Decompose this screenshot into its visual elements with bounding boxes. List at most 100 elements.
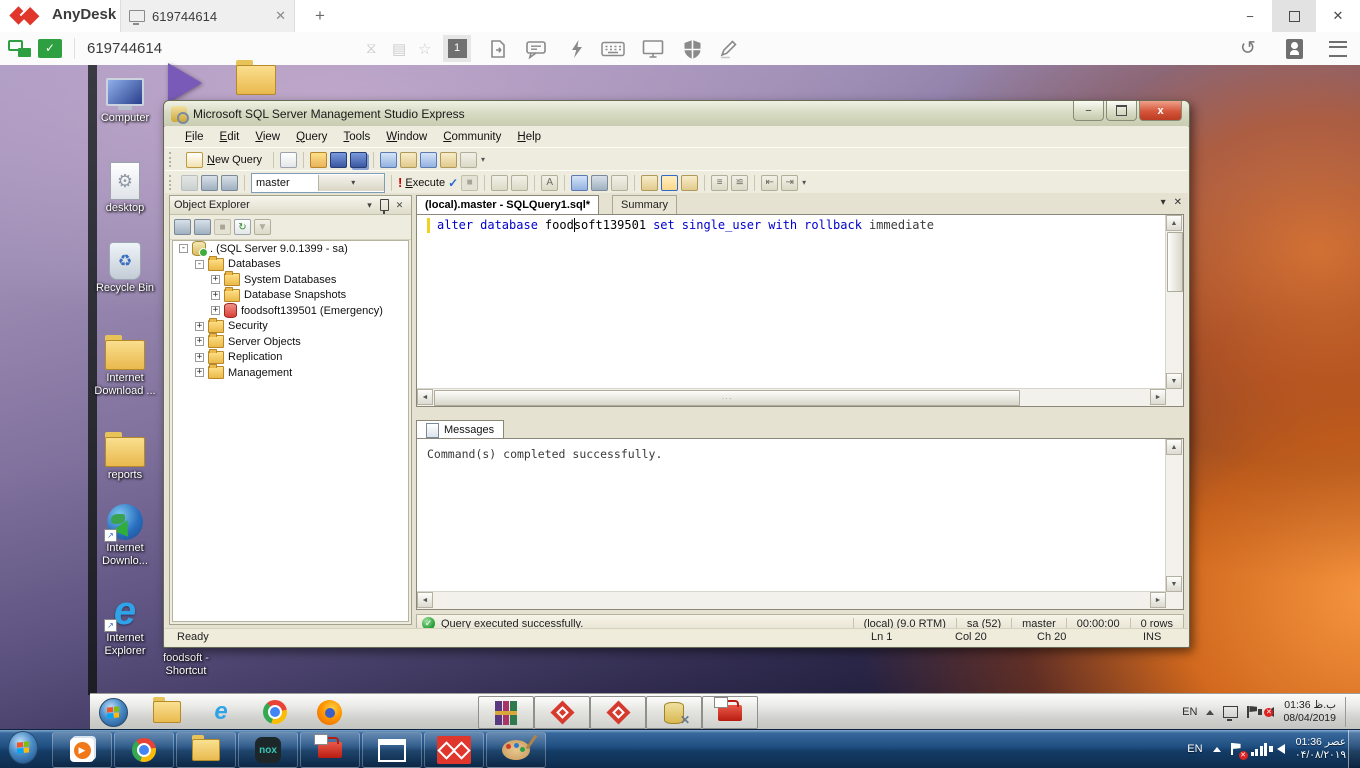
tree-item-security[interactable]: + Security <box>173 319 408 335</box>
database-combobox[interactable]: master ▾ <box>251 173 385 193</box>
query-options-icon[interactable] <box>611 175 628 191</box>
ssms-titlebar[interactable]: Microsoft SQL Server Management Studio E… <box>164 101 1189 127</box>
remote-taskbar-firefox[interactable] <box>314 698 344 726</box>
tab-messages[interactable]: Messages <box>416 420 504 439</box>
sql-editor[interactable]: alterdatabasefoodsoft139501setsingle_use… <box>416 214 1184 407</box>
menu-community[interactable]: Community <box>435 128 509 146</box>
menu-view[interactable]: View <box>247 128 288 146</box>
remote-taskbar-ssms[interactable] <box>646 696 702 729</box>
show-hidden-icons-icon[interactable] <box>1213 747 1221 752</box>
chevron-down-icon[interactable]: ▾ <box>318 175 385 191</box>
connect-icon[interactable] <box>181 175 198 191</box>
volume-icon[interactable] <box>1277 744 1285 754</box>
local-show-desktop-button[interactable] <box>1348 730 1360 768</box>
uncomment-icon[interactable]: ≌ <box>731 175 748 191</box>
messages-horizontal-scrollbar[interactable]: ◄ ► <box>417 591 1166 609</box>
tree-expand-toggle[interactable]: + <box>211 275 220 284</box>
menu-file[interactable]: File <box>177 128 212 146</box>
favorite-star-icon[interactable]: ☆ <box>418 40 431 58</box>
desktop-icon-foodsoft-shortcut[interactable]: foodsoft - Shortcut <box>148 652 224 678</box>
desktop-icon-reports[interactable]: reports <box>88 425 162 482</box>
ssms-close-button[interactable]: x <box>1139 101 1182 121</box>
panel-close-icon[interactable]: ✕ <box>392 200 407 211</box>
menu-edit[interactable]: Edit <box>212 128 248 146</box>
remote-address[interactable]: 619744614 <box>74 38 162 59</box>
local-taskbar-window-app[interactable] <box>362 732 422 768</box>
oe-disconnect-icon[interactable] <box>194 219 211 235</box>
analyze-query-icon[interactable] <box>511 175 528 191</box>
toolbar-grip[interactable] <box>169 175 175 190</box>
increase-indent-icon[interactable]: ⇥ <box>781 175 798 191</box>
volume-muted-icon[interactable]: ✕ <box>1266 707 1274 717</box>
designer-icon[interactable] <box>591 175 608 191</box>
summary-page-icon[interactable] <box>440 152 457 168</box>
history-icon[interactable]: ↺ <box>1236 38 1260 60</box>
results-text-icon[interactable] <box>641 175 658 191</box>
show-plan-icon[interactable] <box>491 175 508 191</box>
comment-icon[interactable]: ≡ <box>711 175 728 191</box>
tree-collapse-toggle[interactable]: - <box>179 244 188 253</box>
show-hidden-icons-icon[interactable] <box>1206 710 1214 715</box>
remote-taskbar-ie[interactable]: e <box>206 698 236 726</box>
monitor-select-button[interactable]: 1 <box>443 35 471 62</box>
specify-template-icon[interactable] <box>571 175 588 191</box>
local-taskbar-chrome[interactable] <box>114 732 174 768</box>
remote-show-desktop-button[interactable] <box>1345 697 1352 727</box>
desktop-icon-internet-explorer[interactable]: e↗ Internet Explorer <box>88 588 162 658</box>
tab-close-icon[interactable]: ✕ <box>275 8 286 24</box>
tree-item-database-snapshots[interactable]: + Database Snapshots <box>173 288 408 304</box>
parse-check-icon[interactable]: ✓ <box>448 176 458 190</box>
local-taskbar-paint[interactable] <box>486 732 546 768</box>
oe-filter-icon[interactable]: ▼ <box>254 219 271 235</box>
address-book-icon[interactable] <box>1282 38 1306 60</box>
execute-button[interactable]: Execute <box>405 177 445 189</box>
local-taskbar-anydesk-active[interactable] <box>424 732 484 768</box>
menu-help[interactable]: Help <box>509 128 549 146</box>
desktop-icon-desktop-file[interactable]: ⚙ desktop <box>88 158 162 215</box>
tree-collapse-toggle[interactable]: - <box>195 260 204 269</box>
toolbar-grip[interactable] <box>169 152 175 167</box>
remote-taskbar-anydesk-1[interactable] <box>534 696 590 729</box>
object-explorer-header[interactable]: Object Explorer ▾ ✕ <box>170 196 411 215</box>
oe-refresh-icon[interactable]: ↻ <box>234 219 251 235</box>
document-close-icon[interactable]: ✕ <box>1174 197 1182 208</box>
script-doc-icon[interactable] <box>380 152 397 168</box>
ssms-maximize-button[interactable] <box>1106 101 1137 121</box>
remote-start-button[interactable] <box>98 698 128 726</box>
remote-taskbar-anydesk-2[interactable] <box>590 696 646 729</box>
editor-horizontal-scrollbar[interactable]: ◄ ► ··· <box>417 388 1166 406</box>
tree-expand-toggle[interactable]: + <box>195 322 204 331</box>
file-transfer-icon[interactable] <box>486 38 510 60</box>
desktop-icon-recycle-bin[interactable]: ♻ Recycle Bin <box>88 238 162 295</box>
tab-summary[interactable]: Summary <box>612 195 677 214</box>
menu-icon[interactable] <box>1326 38 1350 60</box>
tab-list-dropdown-icon[interactable]: ▾ <box>1161 197 1166 208</box>
tree-item-system-databases[interactable]: + System Databases <box>173 272 408 288</box>
display-settings-icon[interactable] <box>641 38 665 60</box>
remote-taskbar-explorer[interactable] <box>152 698 182 726</box>
new-query-button[interactable]: New Query <box>181 151 267 169</box>
toolbar-overflow-icon[interactable]: ▾ <box>481 155 485 164</box>
session-switch-icon[interactable] <box>8 39 32 64</box>
editor-vertical-scrollbar[interactable]: ▲ ▼ <box>1165 215 1183 389</box>
network-signal-icon[interactable] <box>1251 743 1268 756</box>
disconnect-icon[interactable] <box>201 175 218 191</box>
change-connection-icon[interactable] <box>221 175 238 191</box>
tree-item-server-objects[interactable]: + Server Objects <box>173 334 408 350</box>
desktop-icon-idm[interactable]: ↗ Internet Downlo... <box>88 498 162 568</box>
tree-item-databases[interactable]: - Databases <box>173 257 408 273</box>
action-center-flag-icon[interactable]: ✕ <box>1231 743 1241 755</box>
tree-item-server[interactable]: - . (SQL Server 9.0.1399 - sa) <box>173 241 408 257</box>
new-file-icon[interactable] <box>280 152 297 168</box>
tree-item-replication[interactable]: + Replication <box>173 350 408 366</box>
tree-item-foodsoft-database[interactable]: + foodsoft139501 (Emergency) <box>173 303 408 319</box>
network-display-icon[interactable] <box>1223 706 1238 718</box>
toolbar-overflow-icon[interactable]: ▾ <box>802 178 806 187</box>
chat-icon[interactable] <box>524 38 548 60</box>
local-language-indicator[interactable]: EN <box>1187 743 1202 755</box>
messages-pane[interactable]: Command(s) completed successfully. ▲ ▼ ◄… <box>416 438 1184 610</box>
local-start-button[interactable] <box>8 733 38 761</box>
menu-tools[interactable]: Tools <box>335 128 378 146</box>
permissions-shield-icon[interactable] <box>680 38 704 60</box>
open-file-icon[interactable] <box>310 152 327 168</box>
